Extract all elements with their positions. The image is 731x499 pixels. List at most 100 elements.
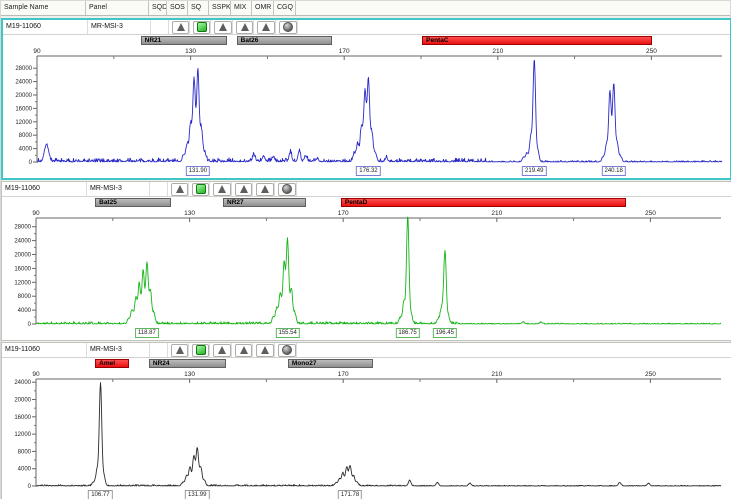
qc-flag-box-sos [171, 344, 188, 357]
flag-cell-cgq [275, 182, 297, 196]
y-tick-label: 4000 [19, 147, 33, 153]
qc-warning-triangle-icon [176, 185, 184, 193]
qc-flag-box-cgq [278, 344, 296, 357]
trace-line-green [36, 217, 721, 324]
marker-bar-pentad: PentaD [341, 198, 626, 207]
sample-row[interactable]: M19-11060MR-MSI-3 [2, 182, 731, 197]
peak-size-label[interactable]: 118.87 [135, 328, 159, 338]
peak-size-label[interactable]: 219.49 [522, 166, 546, 176]
marker-bar-nr21: NR21 [141, 36, 227, 45]
x-tick-label: 210 [492, 48, 503, 55]
row-filler-cell [297, 343, 731, 357]
x-tick-label: 90 [33, 48, 41, 55]
electropherogram-plot[interactable]: NR21Bat26PentaC9013017021025004000800012… [3, 35, 730, 178]
marker-bar-label: NR21 [145, 37, 162, 44]
marker-bar-mono27: Mono27 [288, 359, 373, 368]
qc-warning-triangle-icon [261, 185, 269, 193]
x-tick-label: 90 [32, 371, 40, 378]
trace-plot-svg: 9013017021025004000800012000160002000024… [3, 35, 730, 178]
qc-flag-box-sspk [213, 344, 231, 357]
y-tick-label: 16000 [14, 415, 31, 421]
flag-cell-sspk [210, 182, 232, 196]
marker-bar-label: Amel [99, 360, 115, 367]
sample-name-cell: M19-11060 [2, 182, 87, 196]
qc-warning-triangle-icon [261, 346, 269, 354]
row-filler-cell [298, 20, 730, 34]
peak-size-label[interactable]: 186.75 [395, 328, 419, 338]
x-tick-label: 250 [645, 210, 656, 217]
flag-cell-sqd [150, 182, 168, 196]
qc-flag-box-sq [193, 21, 210, 34]
marker-bar-nr24: NR24 [149, 359, 226, 368]
column-header-omr: OMR [252, 1, 274, 15]
column-header-sq: SQ [188, 1, 209, 15]
qc-flag-box-cgq [278, 183, 296, 196]
qc-flag-box-omr [256, 183, 274, 196]
x-tick-label: 170 [338, 371, 349, 378]
peak-size-label[interactable]: 240.18 [602, 166, 626, 176]
trace-line-black [36, 383, 721, 486]
marker-bar-label: Mono27 [292, 360, 317, 367]
y-tick-label: 16000 [14, 266, 31, 272]
qc-flag-box-mix [236, 21, 253, 34]
qc-warning-triangle-icon [219, 23, 227, 31]
qc-flag-box-cgq [279, 21, 297, 34]
peak-size-label[interactable]: 155.54 [275, 328, 299, 338]
flag-cell-cgq [275, 343, 297, 357]
flag-cell-cgq [276, 20, 298, 34]
qc-flag-box-omr [257, 21, 275, 34]
qc-warning-triangle-icon [262, 23, 270, 31]
x-tick-label: 170 [339, 48, 350, 55]
qc-flag-box-omr [256, 344, 274, 357]
column-header-filler [296, 1, 730, 15]
flag-cell-omr [254, 20, 276, 34]
sample-row[interactable]: M19-11060MR-MSI-3 [3, 20, 730, 35]
column-header-sspk: SSPK [209, 1, 231, 15]
column-header-sos: SOS [167, 1, 188, 15]
peak-size-label[interactable]: 131.90 [186, 166, 210, 176]
qc-sphere-icon [282, 184, 292, 194]
flag-cell-sq [190, 20, 211, 34]
y-tick-label: 8000 [18, 294, 32, 300]
column-header-sample-name: Sample Name [1, 1, 86, 15]
peak-size-label[interactable]: 196.45 [433, 328, 457, 338]
electropherogram-plot[interactable]: Bat25NR27PentaD9013017021025004000800012… [2, 197, 731, 340]
electropherogram-plot[interactable]: AmelNR24Mono2790130170210250040008000120… [2, 358, 731, 499]
flag-cell-sspk [210, 343, 232, 357]
marker-bar-nr27: NR27 [223, 198, 306, 207]
genotyping-app-window: Sample NamePanelSQDSOSSQSSPKMIXOMRCGQM19… [0, 0, 731, 499]
flag-cell-sos [169, 20, 190, 34]
qc-flag-box-sq [192, 344, 209, 357]
panel-name-cell: MR-MSI-3 [87, 343, 150, 357]
qc-warning-triangle-icon [241, 23, 249, 31]
qc-warning-triangle-icon [240, 185, 248, 193]
panel-name-cell: MR-MSI-3 [88, 20, 151, 34]
peak-size-label[interactable]: 176.32 [356, 166, 380, 176]
y-tick-label: 12000 [15, 120, 32, 126]
qc-flag-box-sos [172, 21, 189, 34]
column-header-mix: MIX [231, 1, 252, 15]
qc-warning-triangle-icon [177, 23, 185, 31]
column-header-cgq: CGQ [274, 1, 296, 15]
column-header-panel: Panel [86, 1, 149, 15]
qc-warning-triangle-icon [218, 346, 226, 354]
qc-warning-triangle-icon [176, 346, 184, 354]
qc-flag-box-sspk [214, 21, 232, 34]
qc-flag-box-mix [235, 183, 252, 196]
sample-panel-2: M19-11060MR-MSI-3Bat25NR27PentaD90130170… [1, 181, 731, 341]
sample-row[interactable]: M19-11060MR-MSI-3 [2, 343, 731, 358]
row-filler-cell [297, 182, 731, 196]
qc-warning-triangle-icon [218, 185, 226, 193]
y-tick-label: 28000 [15, 66, 32, 72]
peak-size-label[interactable]: 171.78 [338, 490, 362, 499]
y-tick-label: 8000 [19, 133, 33, 139]
sample-panel-1: M19-11060MR-MSI-3NR21Bat26PentaC90130170… [1, 18, 731, 180]
y-tick-label: 12000 [14, 432, 31, 438]
marker-bar-label: NR27 [227, 199, 244, 206]
y-tick-label: 28000 [14, 225, 31, 231]
flag-cell-sqd [150, 343, 168, 357]
flag-cell-sos [168, 343, 189, 357]
peak-size-label[interactable]: 131.99 [185, 490, 209, 499]
peak-size-label[interactable]: 106.77 [88, 490, 112, 499]
table-header-row: Sample NamePanelSQDSOSSQSSPKMIXOMRCGQ [1, 1, 730, 16]
